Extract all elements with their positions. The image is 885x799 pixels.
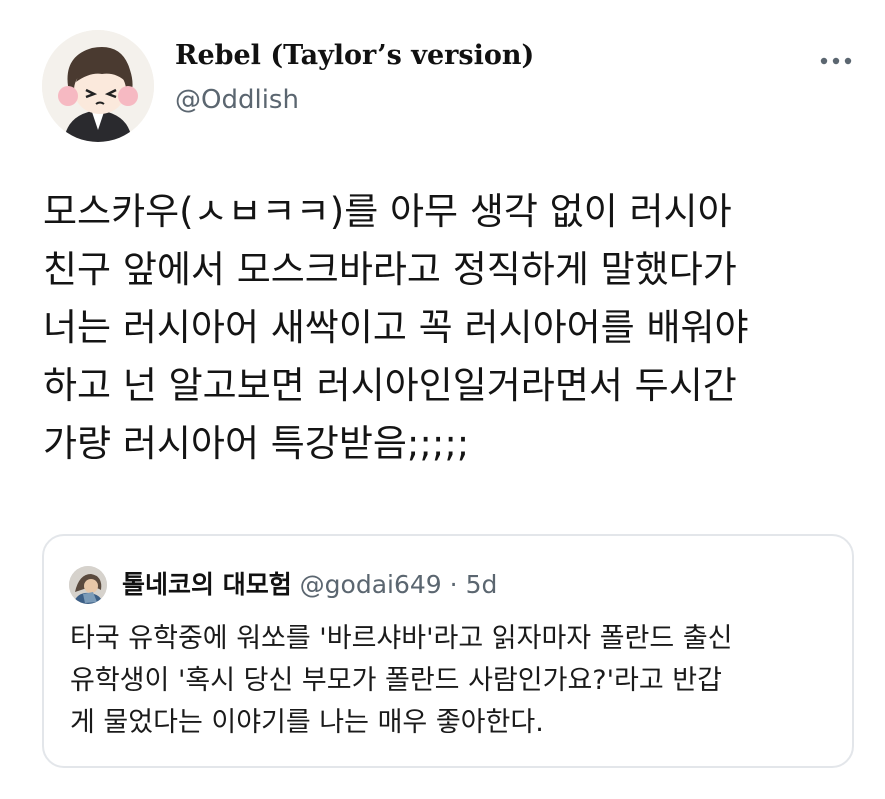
quote-author-name[interactable]: 톨네코의 대모험 xyxy=(122,570,292,599)
quote-timestamp[interactable]: 5d xyxy=(466,570,498,599)
author-handle[interactable]: @Oddlish xyxy=(175,85,299,115)
tweet: Rebel (Taylor’s version) @Oddlish 모스카우(ㅅ… xyxy=(0,0,885,799)
quote-text-line: 게 물었다는 이야기를 나는 매우 좋아한다. xyxy=(70,707,544,738)
tweet-text-line: 가량 러시아어 특강받음;;;;; xyxy=(43,422,470,465)
tweet-text-line: 너는 러시아어 새싹이고 꼭 러시아어를 배워야 xyxy=(43,306,749,349)
quote-header: 톨네코의 대모험 @godai649 · 5d xyxy=(122,566,497,604)
tweet-text: 모스카우(ㅅㅂㅋㅋ)를 아무 생각 없이 러시아 친구 앞에서 모스크바라고 정… xyxy=(43,183,863,473)
quote-author-handle[interactable]: @godai649 xyxy=(300,570,442,599)
tweet-text-line: 친구 앞에서 모스크바라고 정직하게 말했다가 xyxy=(43,248,737,291)
quoted-tweet-card[interactable]: 톨네코의 대모험 @godai649 · 5d 타국 유학중에 워쏘를 '바르샤… xyxy=(42,534,854,768)
quote-text-line: 타국 유학중에 워쏘를 '바르샤바'라고 읽자마자 폴란드 출신 xyxy=(70,623,733,654)
quote-text: 타국 유학중에 워쏘를 '바르샤바'라고 읽자마자 폴란드 출신 유학생이 '혹… xyxy=(70,618,840,744)
more-dots-icon[interactable] xyxy=(815,46,857,76)
tweet-text-line: 하고 넌 알고보면 러시아인일거라면서 두시간 xyxy=(43,364,737,407)
author-display-name[interactable]: Rebel (Taylor’s version) xyxy=(175,40,534,71)
cartoon-avatar-icon[interactable] xyxy=(42,30,154,142)
quote-avatar-icon[interactable] xyxy=(69,566,107,604)
quote-text-line: 유학생이 '혹시 당신 부모가 폴란드 사람인가요?'라고 반갑 xyxy=(70,665,722,696)
quote-separator: · xyxy=(449,570,458,599)
tweet-text-line: 모스카우(ㅅㅂㅋㅋ)를 아무 생각 없이 러시아 xyxy=(43,190,732,233)
